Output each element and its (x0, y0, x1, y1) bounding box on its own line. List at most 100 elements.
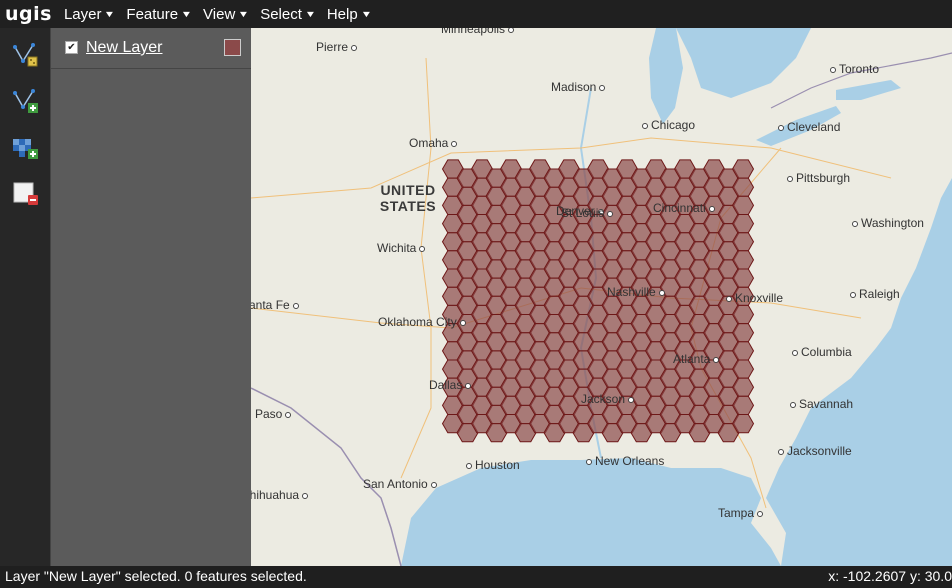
city-dot (508, 28, 515, 33)
remove-layer-tool[interactable] (0, 170, 50, 216)
city-dot (465, 382, 472, 389)
city-dot (850, 291, 856, 298)
city-name: Santa Fe (251, 298, 290, 312)
city-label: Pittsburgh (784, 171, 850, 185)
city-dot (628, 396, 635, 403)
city-dot (830, 66, 836, 73)
menu-feature[interactable]: Feature ▼ (120, 6, 197, 23)
hex-grid-add-icon (13, 139, 38, 159)
city-name: Savannah (799, 397, 854, 411)
city-dot (351, 44, 358, 51)
city-name: Jackson (581, 392, 626, 406)
chevron-down-icon: ▼ (104, 9, 116, 19)
menu-help[interactable]: Help ▼ (321, 6, 377, 23)
app-name: ugis (5, 3, 52, 25)
layer-name-link[interactable]: New Layer (86, 39, 162, 57)
city-label: Wichita (377, 241, 428, 255)
menu-select-label: Select (260, 5, 302, 23)
menu-layer-label: Layer (63, 5, 102, 23)
city-label: New Orleans (583, 454, 664, 468)
city-label: Jacksonville (775, 444, 852, 458)
city-name: Wichita (377, 241, 417, 255)
hex-cell[interactable] (731, 414, 755, 434)
city-label: El Paso (251, 407, 294, 421)
hex-cell[interactable] (731, 214, 755, 234)
city-dot (852, 220, 858, 227)
hex-cell[interactable] (731, 395, 755, 415)
layer-visibility-checkbox[interactable]: ✔ (65, 41, 78, 54)
city-label: Knoxville (723, 291, 783, 305)
hex-cell[interactable] (731, 195, 755, 215)
city-label: Santa Fe (251, 298, 302, 312)
city-label: Nashville (607, 285, 668, 299)
city-name: Pittsburgh (796, 171, 851, 185)
city-label: Toronto (827, 62, 879, 76)
city-name: Minneapolis (441, 28, 506, 36)
city-dot (285, 411, 292, 418)
city-label: Raleigh (847, 287, 900, 301)
menu-select[interactable]: Select ▼ (254, 6, 321, 23)
city-dot (430, 481, 437, 488)
hex-cell[interactable] (731, 323, 755, 343)
city-dot (302, 492, 309, 499)
city-label: Columbia (789, 345, 852, 359)
city-label: Chihuahua (251, 488, 311, 502)
city-name: El Paso (251, 407, 283, 421)
city-name: Washington (861, 216, 924, 230)
add-grid-tool[interactable] (0, 124, 50, 170)
city-dot (726, 295, 732, 302)
menu-view-label: View (203, 5, 236, 23)
city-name: Pierre (316, 40, 349, 54)
city-label: Pierre (316, 40, 360, 54)
city-label: St Louis (561, 206, 616, 220)
city-dot (607, 210, 614, 217)
layer-item[interactable]: ✔ New Layer (51, 28, 251, 69)
city-dot (708, 205, 715, 212)
status-bar: Layer "New Layer" selected. 0 features s… (0, 566, 952, 588)
status-message: Layer "New Layer" selected. 0 features s… (5, 568, 307, 584)
hex-cell[interactable] (731, 377, 755, 397)
menu-view[interactable]: View ▼ (197, 6, 254, 23)
city-dot (419, 245, 426, 252)
city-name: St Louis (561, 206, 605, 220)
city-name: Chicago (651, 118, 696, 132)
hex-cell[interactable] (731, 359, 755, 379)
hex-cell[interactable] (731, 304, 755, 325)
hex-cell[interactable] (731, 341, 755, 361)
city-name: Madison (551, 80, 597, 94)
city-name: San Antonio (363, 477, 428, 491)
layer-color-swatch[interactable] (224, 39, 241, 56)
vertex-select-icon (13, 43, 38, 67)
city-name: Cincinnati (653, 201, 706, 215)
city-dot (642, 122, 648, 129)
city-dot (451, 140, 458, 147)
chevron-down-icon: ▼ (360, 9, 372, 19)
city-label: Minneapolis (441, 28, 517, 36)
city-name: Jacksonville (787, 444, 852, 458)
layer-remove-icon (13, 182, 38, 205)
hex-cell[interactable] (731, 177, 755, 197)
city-label: Oklahoma City (378, 315, 469, 329)
city-label: Washington (849, 216, 924, 230)
hex-cell[interactable] (731, 232, 755, 252)
hex-cell[interactable] (731, 268, 755, 288)
city-label: Jackson (581, 392, 637, 406)
city-dot (713, 356, 720, 363)
hex-cell[interactable] (731, 159, 755, 179)
chevron-down-icon: ▼ (304, 9, 317, 19)
city-dot (792, 349, 798, 356)
hex-cell[interactable] (731, 250, 755, 270)
city-label: San Antonio (363, 477, 440, 491)
city-name: Tampa (718, 506, 755, 520)
city-label: Tampa (718, 506, 766, 520)
city-dot (658, 289, 665, 296)
map-view[interactable]: UNITED STATES Minneapolis Pierre Madison To… (251, 28, 952, 566)
country-label: UNITED STATES (379, 182, 437, 214)
cursor-coordinates: x: -102.2607 y: 30.0 (828, 568, 952, 584)
select-vertices-tool[interactable] (0, 32, 50, 78)
city-name: Toronto (839, 62, 880, 76)
city-label: Omaha (409, 136, 460, 150)
menu-layer[interactable]: Layer ▼ (58, 6, 120, 23)
vertex-add-icon (13, 89, 38, 113)
add-vertex-tool[interactable] (0, 78, 50, 124)
